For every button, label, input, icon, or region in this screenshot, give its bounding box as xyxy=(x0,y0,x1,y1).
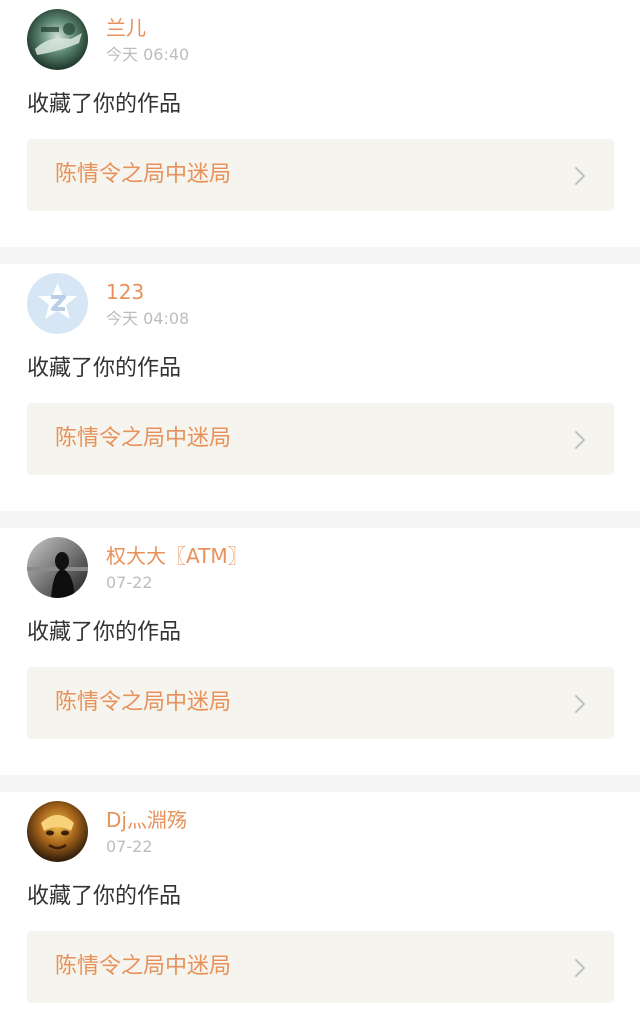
timestamp: 今天 06:40 xyxy=(106,45,190,64)
timestamp: 07-22 xyxy=(106,837,153,856)
work-link[interactable]: 陈情令之局中迷局 xyxy=(27,931,614,1003)
notification-card: 兰儿 今天 06:40 收藏了你的作品 陈情令之局中迷局 xyxy=(0,0,640,247)
username[interactable]: 123 xyxy=(106,279,144,305)
username[interactable]: 兰儿 xyxy=(106,15,146,41)
action-text: 收藏了你的作品 xyxy=(27,884,182,909)
timestamp: 今天 04:08 xyxy=(106,309,190,328)
username[interactable]: Dj灬淵殇 xyxy=(106,807,187,833)
separator xyxy=(0,511,640,528)
work-link[interactable]: 陈情令之局中迷局 xyxy=(27,667,614,739)
work-link[interactable]: 陈情令之局中迷局 xyxy=(27,139,614,211)
chevron-right-icon xyxy=(573,166,587,186)
action-text: 收藏了你的作品 xyxy=(27,356,182,381)
avatar-image xyxy=(27,273,88,334)
avatar-image xyxy=(27,537,88,598)
work-title: 陈情令之局中迷局 xyxy=(55,954,232,979)
work-title: 陈情令之局中迷局 xyxy=(55,690,232,715)
avatar-image xyxy=(27,9,88,70)
work-title: 陈情令之局中迷局 xyxy=(55,162,232,187)
work-title: 陈情令之局中迷局 xyxy=(55,426,232,451)
separator xyxy=(0,247,640,264)
notification-feed: 兰儿 今天 06:40 收藏了你的作品 陈情令之局中迷局 123 今天 04:0… xyxy=(0,0,640,1024)
avatar-image xyxy=(27,801,88,862)
avatar[interactable] xyxy=(27,537,88,598)
notification-card: 权大大〖ATM〗 07-22 收藏了你的作品 陈情令之局中迷局 xyxy=(0,528,640,775)
chevron-right-icon xyxy=(573,430,587,450)
chevron-right-icon xyxy=(573,694,587,714)
chevron-right-icon xyxy=(573,958,587,978)
timestamp: 07-22 xyxy=(106,573,153,592)
notification-card: 123 今天 04:08 收藏了你的作品 陈情令之局中迷局 xyxy=(0,264,640,511)
work-link[interactable]: 陈情令之局中迷局 xyxy=(27,403,614,475)
action-text: 收藏了你的作品 xyxy=(27,92,182,117)
avatar[interactable] xyxy=(27,9,88,70)
notification-card: Dj灬淵殇 07-22 收藏了你的作品 陈情令之局中迷局 xyxy=(0,792,640,1024)
username[interactable]: 权大大〖ATM〗 xyxy=(106,543,248,569)
action-text: 收藏了你的作品 xyxy=(27,620,182,645)
separator xyxy=(0,775,640,792)
avatar[interactable] xyxy=(27,273,88,334)
avatar[interactable] xyxy=(27,801,88,862)
